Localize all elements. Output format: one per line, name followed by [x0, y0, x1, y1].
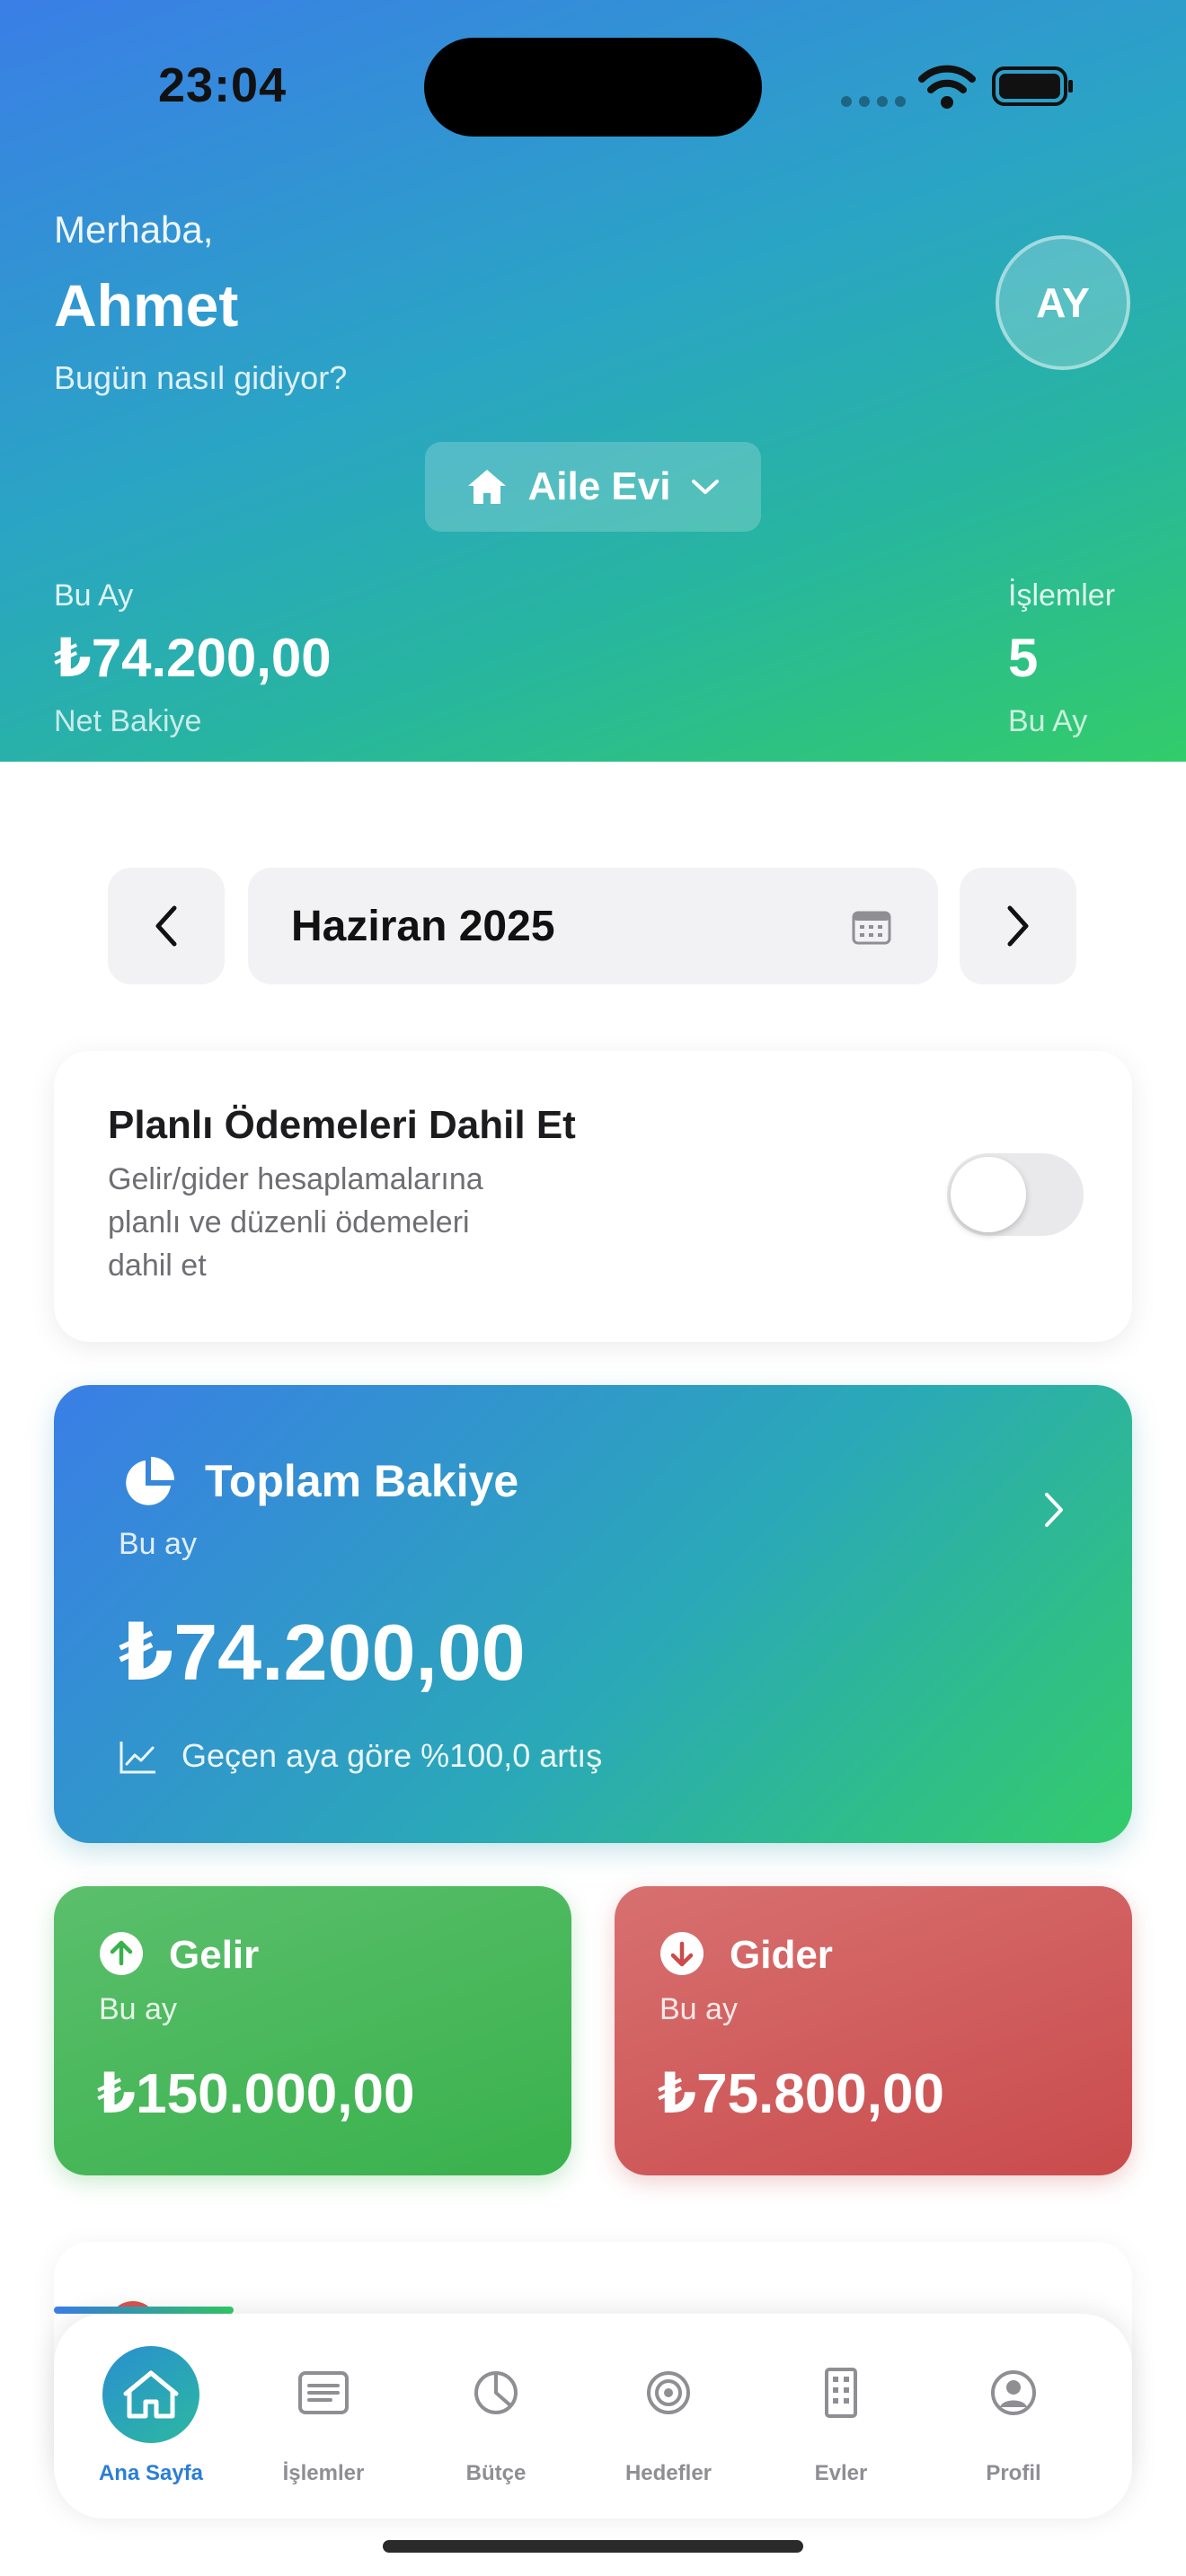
previous-month-button[interactable] — [108, 868, 225, 984]
income-card[interactable]: Gelir Bu ay ₺150.000,00 — [54, 1886, 571, 2175]
battery-icon — [992, 66, 1073, 106]
tab-label: Profil — [986, 2461, 1041, 2485]
tab-goals[interactable]: Hedefler — [582, 2314, 755, 2519]
tab-label: İşlemler — [282, 2461, 365, 2485]
tab-home[interactable]: Ana Sayfa — [65, 2314, 237, 2519]
arrow-down-circle-icon — [660, 1932, 704, 1975]
expense-period: Bu ay — [659, 1992, 738, 2026]
greeting-subtitle: Bugün nasıl gidiyor? — [54, 359, 348, 396]
tab-profile[interactable]: Profil — [927, 2314, 1100, 2519]
tab-budget[interactable]: Bütçe — [410, 2314, 582, 2519]
income-period: Bu ay — [99, 1992, 177, 2026]
total-balance-title: Toplam Bakiye — [205, 1456, 519, 1506]
target-icon — [647, 2371, 690, 2414]
avatar[interactable]: AY — [996, 235, 1130, 370]
planned-payments-title: Planlı Ödemeleri Dahil Et — [108, 1103, 576, 1147]
expense-card[interactable]: Gider Bu ay ₺75.800,00 — [615, 1886, 1132, 2175]
greeting: Merhaba, — [54, 208, 214, 251]
chevron-down-icon — [692, 480, 720, 494]
next-month-button[interactable] — [960, 868, 1076, 984]
tab-houses[interactable]: Evler — [755, 2314, 927, 2519]
arrow-up-circle-icon — [100, 1932, 143, 1975]
total-balance-trend: Geçen aya göre %100,0 artış — [181, 1737, 603, 1774]
tab-label: Hedefler — [624, 2461, 712, 2485]
toggle-knob — [951, 1157, 1026, 1232]
total-balance-amount: ₺74.200,00 — [119, 1608, 526, 1697]
tab-bar: Ana Sayfa İşlemler Bütçe Hedefler Evler … — [54, 2314, 1132, 2519]
header: 23:04 Merhaba, Ahmet Bugün nasıl gidiyor… — [0, 0, 1186, 762]
transactions-count: 5 — [1008, 628, 1039, 688]
house-selector-label: Aile Evi — [527, 464, 671, 508]
signal-icon — [841, 95, 913, 111]
income-title: Gelir — [169, 1933, 260, 1977]
tab-label: Ana Sayfa — [98, 2461, 204, 2485]
expense-amount: ₺75.800,00 — [658, 2063, 944, 2125]
planned-payments-desc-2: planlı ve düzenli ödemeleri — [108, 1205, 470, 1239]
income-amount: ₺150.000,00 — [97, 2063, 415, 2125]
net-balance-caption: Net Bakiye — [54, 704, 202, 738]
transactions-caption: Bu Ay — [1008, 704, 1088, 738]
status-time: 23:04 — [158, 58, 288, 112]
user-name: Ahmet — [54, 272, 239, 339]
net-balance-period: Bu Ay — [54, 578, 134, 613]
planned-payments-desc-3: dahil et — [108, 1248, 207, 1283]
planned-payments-desc-1: Gelir/gider hesaplamalarına — [108, 1162, 483, 1196]
trend-up-icon — [119, 1742, 155, 1774]
month-picker[interactable]: Haziran 2025 — [248, 868, 938, 984]
pie-chart-icon — [474, 2371, 518, 2414]
house-selector[interactable]: Aile Evi — [425, 442, 761, 532]
chevron-left-icon — [155, 905, 177, 947]
chevron-right-icon — [1045, 1493, 1063, 1527]
list-icon — [298, 2371, 349, 2414]
scroll-progress — [54, 2307, 234, 2314]
calendar-icon — [852, 911, 891, 945]
transactions-label: İşlemler — [1008, 578, 1116, 613]
tab-label: Evler — [814, 2461, 868, 2485]
planned-payments-toggle[interactable] — [947, 1153, 1084, 1236]
home-icon — [123, 2370, 179, 2419]
wifi-icon — [918, 65, 976, 109]
dynamic-island — [424, 38, 762, 137]
current-month: Haziran 2025 — [291, 903, 555, 950]
expense-title: Gider — [730, 1933, 833, 1977]
tab-transactions[interactable]: İşlemler — [237, 2314, 410, 2519]
chevron-right-icon — [1007, 905, 1029, 947]
home-indicator — [383, 2540, 803, 2553]
planned-payments-card: Planlı Ödemeleri Dahil Et Gelir/gider he… — [54, 1051, 1132, 1342]
pie-chart-icon — [126, 1457, 174, 1505]
building-icon — [825, 2368, 857, 2418]
person-icon — [991, 2370, 1036, 2415]
total-balance-card[interactable]: Toplam Bakiye Bu ay ₺74.200,00 Geçen aya… — [54, 1385, 1132, 1843]
home-icon — [467, 470, 506, 504]
net-balance-value: ₺74.200,00 — [54, 628, 332, 688]
total-balance-period: Bu ay — [119, 1527, 197, 1561]
tab-label: Bütçe — [465, 2461, 527, 2485]
